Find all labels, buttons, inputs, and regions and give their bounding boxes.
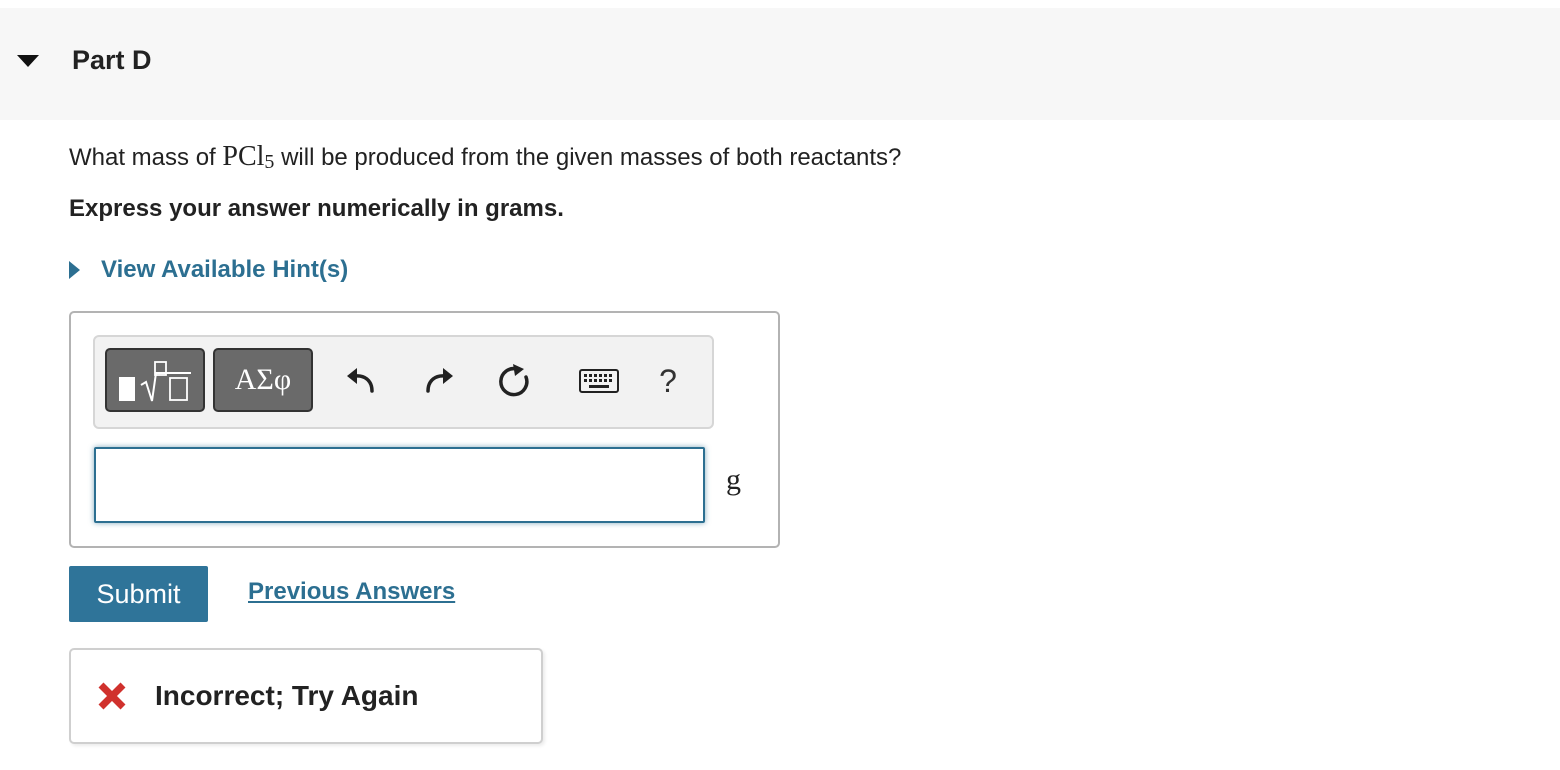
submit-button[interactable]: Submit (69, 566, 208, 622)
symbols-button[interactable]: ΑΣφ (213, 348, 313, 412)
question-prefix: What mass of (69, 144, 223, 171)
undo-icon[interactable] (339, 359, 383, 403)
formula-base: PCl (222, 141, 265, 172)
x-icon (98, 682, 126, 710)
part-header[interactable]: Part D (0, 8, 1560, 120)
answer-input[interactable] (94, 447, 705, 523)
previous-answers-link[interactable]: Previous Answers (248, 578, 455, 606)
view-hints-link[interactable]: View Available Hint(s) (101, 256, 348, 284)
reset-icon[interactable] (492, 359, 536, 403)
feedback-text: Incorrect; Try Again (155, 680, 419, 711)
answer-panel: ΑΣφ ? g (69, 311, 780, 548)
templates-button[interactable] (105, 348, 205, 412)
help-button[interactable]: ? (646, 359, 690, 403)
unit-label: g (726, 463, 741, 496)
formula-subscript: 5 (264, 151, 275, 173)
templates-icon (119, 361, 191, 402)
redo-icon[interactable] (417, 359, 461, 403)
part-title: Part D (72, 45, 152, 75)
chemical-formula: PCl5 (222, 141, 274, 172)
question-text: What mass of PCl5 will be produced from … (69, 141, 901, 173)
keyboard-icon[interactable] (572, 359, 626, 403)
caret-right-icon (69, 261, 80, 279)
view-hints-toggle[interactable]: View Available Hint(s) (69, 255, 348, 285)
feedback-box: Incorrect; Try Again (69, 648, 543, 744)
question-suffix: will be produced from the given masses o… (274, 144, 902, 171)
math-toolbar: ΑΣφ ? (93, 335, 714, 429)
answer-instruction: Express your answer numerically in grams… (69, 195, 564, 222)
collapse-arrow-icon[interactable] (17, 55, 39, 67)
